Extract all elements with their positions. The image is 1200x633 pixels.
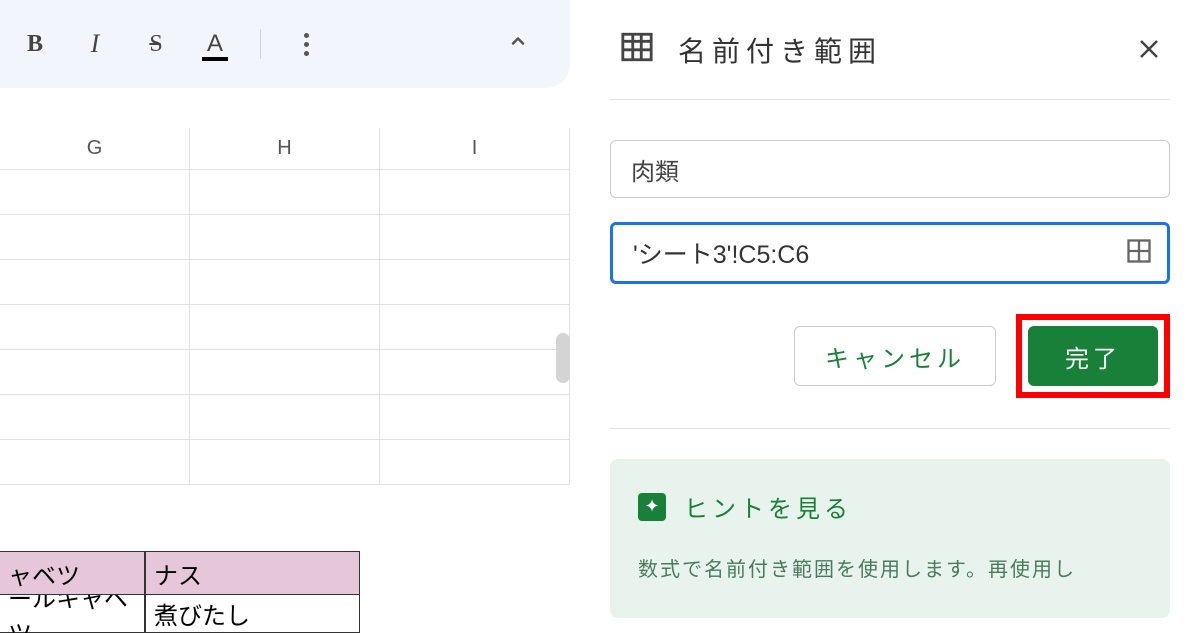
data-rows: ャベツ ナス ールキャベツ 煮びたし: [0, 551, 570, 633]
collapse-toolbar-button[interactable]: [506, 30, 530, 59]
range-reference-field[interactable]: [610, 222, 1170, 284]
panel-header: 名前付き範囲: [610, 0, 1170, 100]
italic-button[interactable]: I: [80, 29, 110, 59]
close-icon: [1138, 38, 1160, 60]
done-button[interactable]: 完了: [1028, 326, 1158, 386]
column-header-i[interactable]: I: [380, 128, 570, 169]
more-button[interactable]: [291, 29, 321, 59]
text-color-button[interactable]: A: [200, 29, 230, 59]
scrollbar-thumb[interactable]: [556, 333, 570, 383]
hint-body: 数式で名前付き範囲を使用します。再使用し: [638, 552, 1142, 588]
grid-row[interactable]: [0, 260, 570, 305]
cell[interactable]: ャベツ: [0, 551, 145, 595]
sparkle-icon: ✦: [638, 493, 666, 521]
done-button-highlight: 完了: [1016, 314, 1170, 398]
toolbar-divider: [260, 29, 261, 59]
grid-rows: [0, 170, 570, 485]
hint-header[interactable]: ✦ ヒントを見る: [638, 489, 1142, 524]
cell[interactable]: 煮びたし: [145, 595, 360, 633]
table-row[interactable]: ールキャベツ 煮びたし: [0, 595, 570, 633]
bold-button[interactable]: B: [20, 29, 50, 59]
spreadsheet-grid[interactable]: G H I ャベツ ナス ールキャベツ 煮びたし: [0, 128, 570, 633]
form-buttons: キャンセル 完了: [610, 314, 1170, 398]
grid-row[interactable]: [0, 440, 570, 485]
cancel-button[interactable]: キャンセル: [794, 326, 996, 386]
grid-row[interactable]: [0, 350, 570, 395]
column-header-h[interactable]: H: [190, 128, 380, 169]
table-icon: [620, 30, 654, 69]
more-vertical-icon: [304, 33, 309, 56]
grid-row[interactable]: [0, 305, 570, 350]
panel-title: 名前付き範囲: [678, 30, 1114, 70]
range-reference-input[interactable]: [633, 239, 1125, 268]
cell[interactable]: ナス: [145, 551, 360, 595]
column-headers: G H I: [0, 128, 570, 170]
grid-row[interactable]: [0, 170, 570, 215]
select-range-button[interactable]: [1125, 237, 1153, 270]
close-button[interactable]: [1138, 31, 1160, 68]
table-row[interactable]: ャベツ ナス: [0, 551, 570, 595]
range-name-input[interactable]: [610, 140, 1170, 198]
toolbar: B I S A: [0, 0, 570, 88]
chevron-up-icon: [506, 30, 530, 54]
hint-title: ヒントを見る: [684, 489, 852, 524]
spreadsheet-area: B I S A G H I ャベツ: [0, 0, 570, 593]
named-ranges-panel: 名前付き範囲 キャンセル 完了 ✦ ヒントを見る 数式で名前付き範囲を使用します…: [570, 0, 1200, 593]
grid-row[interactable]: [0, 215, 570, 260]
hint-box: ✦ ヒントを見る 数式で名前付き範囲を使用します。再使用し: [610, 459, 1170, 618]
grid-row[interactable]: [0, 395, 570, 440]
cell[interactable]: ールキャベツ: [0, 595, 145, 633]
strikethrough-button[interactable]: S: [140, 29, 170, 59]
named-range-form: キャンセル 完了: [610, 100, 1170, 429]
grid-icon: [1125, 237, 1153, 265]
column-header-g[interactable]: G: [0, 128, 190, 169]
